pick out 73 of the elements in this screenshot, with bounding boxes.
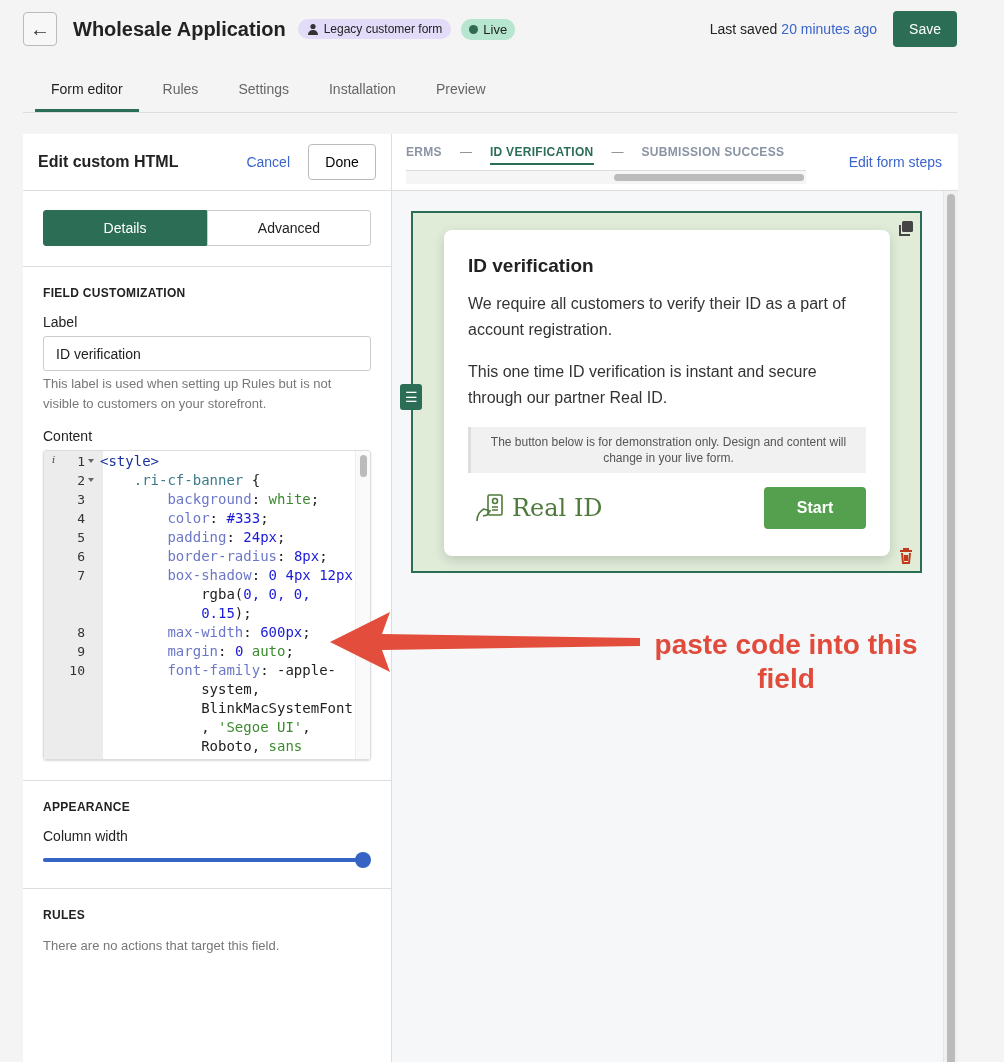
step-tab[interactable]: SUBMISSION SUCCESS xyxy=(641,143,785,165)
code-line: <style> xyxy=(100,452,160,471)
help-text: This label is used when setting up Rules but is not visible to customers on your storefront. xyxy=(43,375,333,413)
code-line: font-family: -apple-system, BlinkMacSystemFont, 'Segoe UI', Roboto, sans xyxy=(166,661,354,756)
duplicate-icon[interactable] xyxy=(897,220,914,237)
status-text: Live xyxy=(483,21,508,37)
tab[interactable]: Rules xyxy=(146,69,215,112)
step-tab[interactable]: ERMS xyxy=(406,143,442,165)
info-marker: i xyxy=(52,454,56,466)
slider-thumb[interactable] xyxy=(355,852,371,868)
empty-message: There are no actions that target this field. xyxy=(43,937,281,955)
step-separator: — xyxy=(611,145,624,159)
line-number: 2 xyxy=(76,472,85,490)
card-paragraph: We require all customers to verify their ID as a part of account registration. xyxy=(468,294,847,340)
mode-tab[interactable]: Details xyxy=(43,210,207,246)
code-editor[interactable] xyxy=(43,450,371,760)
field-label: Column width xyxy=(43,828,129,844)
panel-title: Edit custom HTML xyxy=(38,153,180,171)
mode-tab[interactable]: Advanced xyxy=(207,210,371,246)
card-title: ID verification xyxy=(468,255,595,277)
line-number: 5 xyxy=(76,529,85,547)
code-line: background: white; xyxy=(166,490,321,509)
label-input[interactable]: ID verification xyxy=(43,336,371,371)
field-label: Label xyxy=(43,314,79,330)
code-line: max-width: 600px; xyxy=(166,623,312,642)
field-label: Content xyxy=(43,428,94,444)
last-saved-link[interactable]: 20 minutes ago xyxy=(781,21,878,37)
line-number: 8 xyxy=(76,624,85,642)
edit-steps-link[interactable]: Edit form steps xyxy=(848,154,942,170)
scrollbar-thumb[interactable] xyxy=(614,174,804,181)
code-line: margin: 0 auto; xyxy=(166,642,295,661)
annotation-text: paste code into this field xyxy=(653,628,919,696)
line-number: 9 xyxy=(76,643,85,661)
line-number: 7 xyxy=(76,567,85,585)
back-button[interactable]: ← xyxy=(23,12,57,46)
code-line: border-radius: 8px; xyxy=(166,547,329,566)
person-icon xyxy=(306,23,319,35)
code-line: color: #333; xyxy=(166,509,270,528)
badge-text: Legacy customer form xyxy=(323,22,443,36)
code-line: padding: 24px; xyxy=(166,528,287,547)
line-number: 4 xyxy=(76,510,85,528)
step-separator: — xyxy=(459,145,472,159)
drag-handle[interactable]: ☰ xyxy=(400,384,422,410)
cancel-link[interactable]: Cancel xyxy=(246,154,290,170)
line-number: 3 xyxy=(76,491,85,509)
section-heading: RULES xyxy=(43,908,87,922)
tab[interactable]: Installation xyxy=(312,69,412,112)
section-heading: FIELD CUSTOMIZATION xyxy=(43,286,187,300)
section-heading: APPEARANCE xyxy=(43,800,131,814)
line-number: 10 xyxy=(68,662,85,680)
fold-arrow-icon[interactable] xyxy=(88,478,94,482)
tab[interactable]: Preview xyxy=(419,69,502,112)
step-tab[interactable]: ID VERIFICATION xyxy=(489,143,594,165)
status-dot xyxy=(469,24,479,34)
code-line: .ri-cf-banner { xyxy=(132,471,262,490)
scrollbar-thumb[interactable] xyxy=(947,194,955,1062)
tab[interactable]: Form editor xyxy=(35,69,139,112)
trash-icon[interactable] xyxy=(899,548,913,564)
line-number: 6 xyxy=(76,548,85,566)
fold-arrow-icon[interactable] xyxy=(88,459,94,463)
code-line: box-shadow: 0 4px 12px rgba(0, 0, 0, 0.15); xyxy=(166,566,354,623)
demo-notice: The button below is for demonstration only. Design and content will change in your live form. xyxy=(468,427,866,473)
line-number: 1 xyxy=(76,453,85,471)
done-button[interactable]: Done xyxy=(308,144,376,180)
tab[interactable]: Settings xyxy=(222,69,305,112)
card-paragraph: This one time ID verification is instant and secure through our partner Real ID. xyxy=(468,362,818,408)
save-button[interactable]: Save xyxy=(893,11,957,47)
page-title: Wholesale Application xyxy=(73,17,286,41)
last-saved-label: Last saved xyxy=(709,21,778,37)
scrollbar-thumb[interactable] xyxy=(359,455,367,477)
column-width-slider[interactable] xyxy=(43,852,371,868)
logo-text: Real ID xyxy=(512,494,603,522)
start-button[interactable]: Start xyxy=(764,487,866,529)
